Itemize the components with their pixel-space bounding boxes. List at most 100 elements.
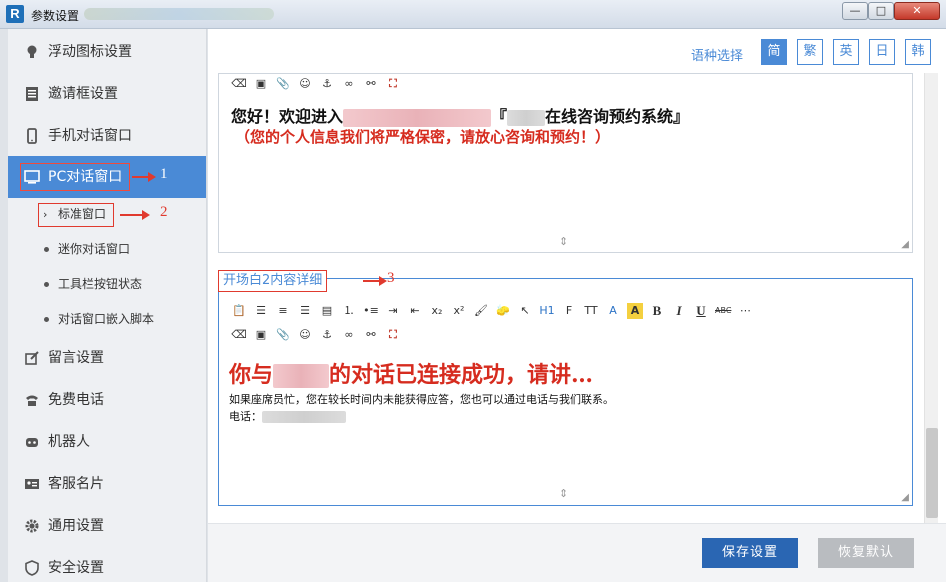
- align-left-icon[interactable]: ☰: [253, 303, 269, 319]
- close-button[interactable]: ✕: [894, 2, 940, 20]
- sidebar-item-free-phone[interactable]: 免费电话: [8, 379, 206, 421]
- sidebar-item-security[interactable]: 安全设置: [8, 547, 206, 582]
- link-icon[interactable]: ∞: [341, 76, 357, 92]
- link-icon[interactable]: ∞: [341, 327, 357, 343]
- subscript-button[interactable]: x₂: [429, 303, 445, 319]
- bulb-icon: [24, 44, 40, 60]
- indent-icon[interactable]: ⇥: [385, 303, 401, 319]
- blurred-phone: [262, 411, 346, 423]
- annotation-box-1: [20, 163, 130, 191]
- align-right-icon[interactable]: ☰: [297, 303, 313, 319]
- shield-icon: [24, 560, 40, 576]
- sub-item-mini-window[interactable]: 迷你对话窗口: [8, 232, 206, 267]
- sidebar-item-label: 机器人: [48, 434, 90, 450]
- annotation-marker-3: 3: [387, 270, 395, 286]
- editor-toolbar: ⌫ ▣ 📎 ☺ ⚓ ∞ ⚯ ⛶: [231, 74, 401, 94]
- bullet-icon: [44, 317, 49, 322]
- emoji-icon[interactable]: ☺: [297, 327, 313, 343]
- editor2-phone-line: 电话：: [229, 408, 346, 424]
- sidebar-item-robot[interactable]: 机器人: [8, 421, 206, 463]
- anchor-icon[interactable]: ⚓: [319, 327, 335, 343]
- footer-bar: 保存设置 恢复默认: [208, 523, 946, 582]
- mobile-icon: [24, 128, 40, 144]
- font-family-button[interactable]: F: [561, 303, 577, 319]
- sub-item-label: 工具栏按钮状态: [58, 277, 143, 291]
- ordered-list-icon[interactable]: ⒈: [341, 303, 357, 319]
- unlink-icon[interactable]: ⚯: [363, 327, 379, 343]
- language-label: 语种选择: [691, 49, 744, 64]
- resize-corner-icon[interactable]: ◢: [901, 239, 909, 250]
- editor2-headline: 你与 的对话已连接成功，请讲…: [229, 357, 593, 389]
- image-icon[interactable]: ▣: [253, 327, 269, 343]
- italic-button[interactable]: I: [671, 303, 687, 319]
- blurred-name: [343, 108, 492, 127]
- unordered-list-icon[interactable]: •≡: [363, 303, 379, 319]
- sidebar-item-mobile-window[interactable]: 手机对话窗口: [8, 115, 206, 157]
- eraser-icon[interactable]: ⌫: [231, 76, 247, 92]
- sidebar-item-label: 通用设置: [48, 518, 104, 534]
- opening-message-1-editor[interactable]: ⌫ ▣ 📎 ☺ ⚓ ∞ ⚯ ⛶ 您好！欢迎进入 『 在线咨询预约系统』 （您的个人信…: [218, 73, 913, 253]
- anchor-icon[interactable]: ⚓: [319, 76, 335, 92]
- eraser-icon[interactable]: ⌫: [231, 327, 247, 343]
- strikethrough-button[interactable]: ABC: [715, 303, 731, 319]
- heading-button[interactable]: H1: [539, 303, 555, 319]
- bold-button[interactable]: B: [649, 303, 665, 319]
- align-center-icon[interactable]: ≡: [275, 303, 291, 319]
- lang-button-simplified[interactable]: 简: [761, 39, 787, 65]
- reset-default-button[interactable]: 恢复默认: [818, 538, 914, 568]
- blurred-name: [273, 364, 330, 388]
- sidebar-item-invite-box[interactable]: 邀请框设置: [8, 73, 206, 115]
- opening-message-2-editor[interactable]: 📋 ☰ ≡ ☰ ▤ ⒈ •≡ ⇥ ⇤ x₂ x² 🖌 🧽 ↖ H1 F TT A…: [218, 278, 913, 506]
- scrollbar-thumb[interactable]: [926, 428, 938, 518]
- fullscreen-icon[interactable]: ⛶: [385, 76, 401, 92]
- lang-button-korean[interactable]: 韩: [905, 39, 931, 65]
- sidebar-item-service-card[interactable]: 客服名片: [8, 463, 206, 505]
- window-title: 参数设置: [31, 9, 80, 23]
- image-icon[interactable]: ▣: [253, 76, 269, 92]
- superscript-button[interactable]: x²: [451, 303, 467, 319]
- sidebar-item-float-icon[interactable]: 浮动图标设置: [8, 31, 206, 73]
- table-icon[interactable]: ⋯: [737, 303, 753, 319]
- font-color-button[interactable]: A: [605, 303, 621, 319]
- editor1-line1-prefix: 您好！欢迎进入: [231, 107, 344, 126]
- emoji-icon[interactable]: ☺: [297, 76, 313, 92]
- minimize-button[interactable]: —: [842, 2, 868, 20]
- lang-button-japanese[interactable]: 日: [869, 39, 895, 65]
- annotation-arrow-1: [132, 172, 156, 182]
- background-color-button[interactable]: A: [627, 303, 643, 319]
- align-justify-icon[interactable]: ▤: [319, 303, 335, 319]
- scrollbar[interactable]: [924, 73, 938, 523]
- lang-button-english[interactable]: 英: [833, 39, 859, 65]
- sub-item-toolbar-state[interactable]: 工具栏按钮状态: [8, 267, 206, 302]
- resize-handle-icon[interactable]: ⇕: [559, 487, 568, 500]
- clear-format-icon[interactable]: 🧽: [495, 303, 511, 319]
- card-icon: [24, 476, 40, 492]
- bullet-icon: [44, 247, 49, 252]
- sub-item-embed-script[interactable]: 对话窗口嵌入脚本: [8, 302, 206, 337]
- format-brush-icon[interactable]: 🖌: [473, 303, 489, 319]
- sidebar-item-message[interactable]: 留言设置: [8, 337, 206, 379]
- maximize-button[interactable]: □: [868, 2, 894, 20]
- invite-box-icon: [24, 86, 40, 102]
- resize-handle-icon[interactable]: ⇕: [559, 235, 568, 248]
- font-size-button[interactable]: TT: [583, 303, 599, 319]
- sidebar-item-label: 安全设置: [48, 560, 104, 576]
- blurred-company: [507, 109, 546, 126]
- sidebar-item-general[interactable]: 通用设置: [8, 505, 206, 547]
- attachment-icon[interactable]: 📎: [275, 76, 291, 92]
- attachment-icon[interactable]: 📎: [275, 327, 291, 343]
- save-button[interactable]: 保存设置: [702, 538, 798, 568]
- paste-icon[interactable]: 📋: [231, 303, 247, 319]
- select-icon[interactable]: ↖: [517, 303, 533, 319]
- underline-button[interactable]: U: [693, 303, 709, 319]
- sidebar: 浮动图标设置 邀请框设置 手机对话窗口 PC对话窗口 1 › 标准窗口 2 迷你…: [8, 29, 207, 582]
- unlink-icon[interactable]: ⚯: [363, 76, 379, 92]
- edit-icon: [24, 350, 40, 366]
- outdent-icon[interactable]: ⇤: [407, 303, 423, 319]
- lang-button-traditional[interactable]: 繁: [797, 39, 823, 65]
- sidebar-item-label: 客服名片: [48, 476, 104, 492]
- resize-corner-icon[interactable]: ◢: [901, 492, 909, 503]
- editor2-busy-text: 如果座席员忙，您在较长时间内未能获得应答，您也可以通过电话与我们联系。: [229, 393, 614, 406]
- editor-toolbar-row2: ⌫ ▣ 📎 ☺ ⚓ ∞ ⚯ ⛶: [231, 325, 401, 345]
- fullscreen-icon[interactable]: ⛶: [385, 327, 401, 343]
